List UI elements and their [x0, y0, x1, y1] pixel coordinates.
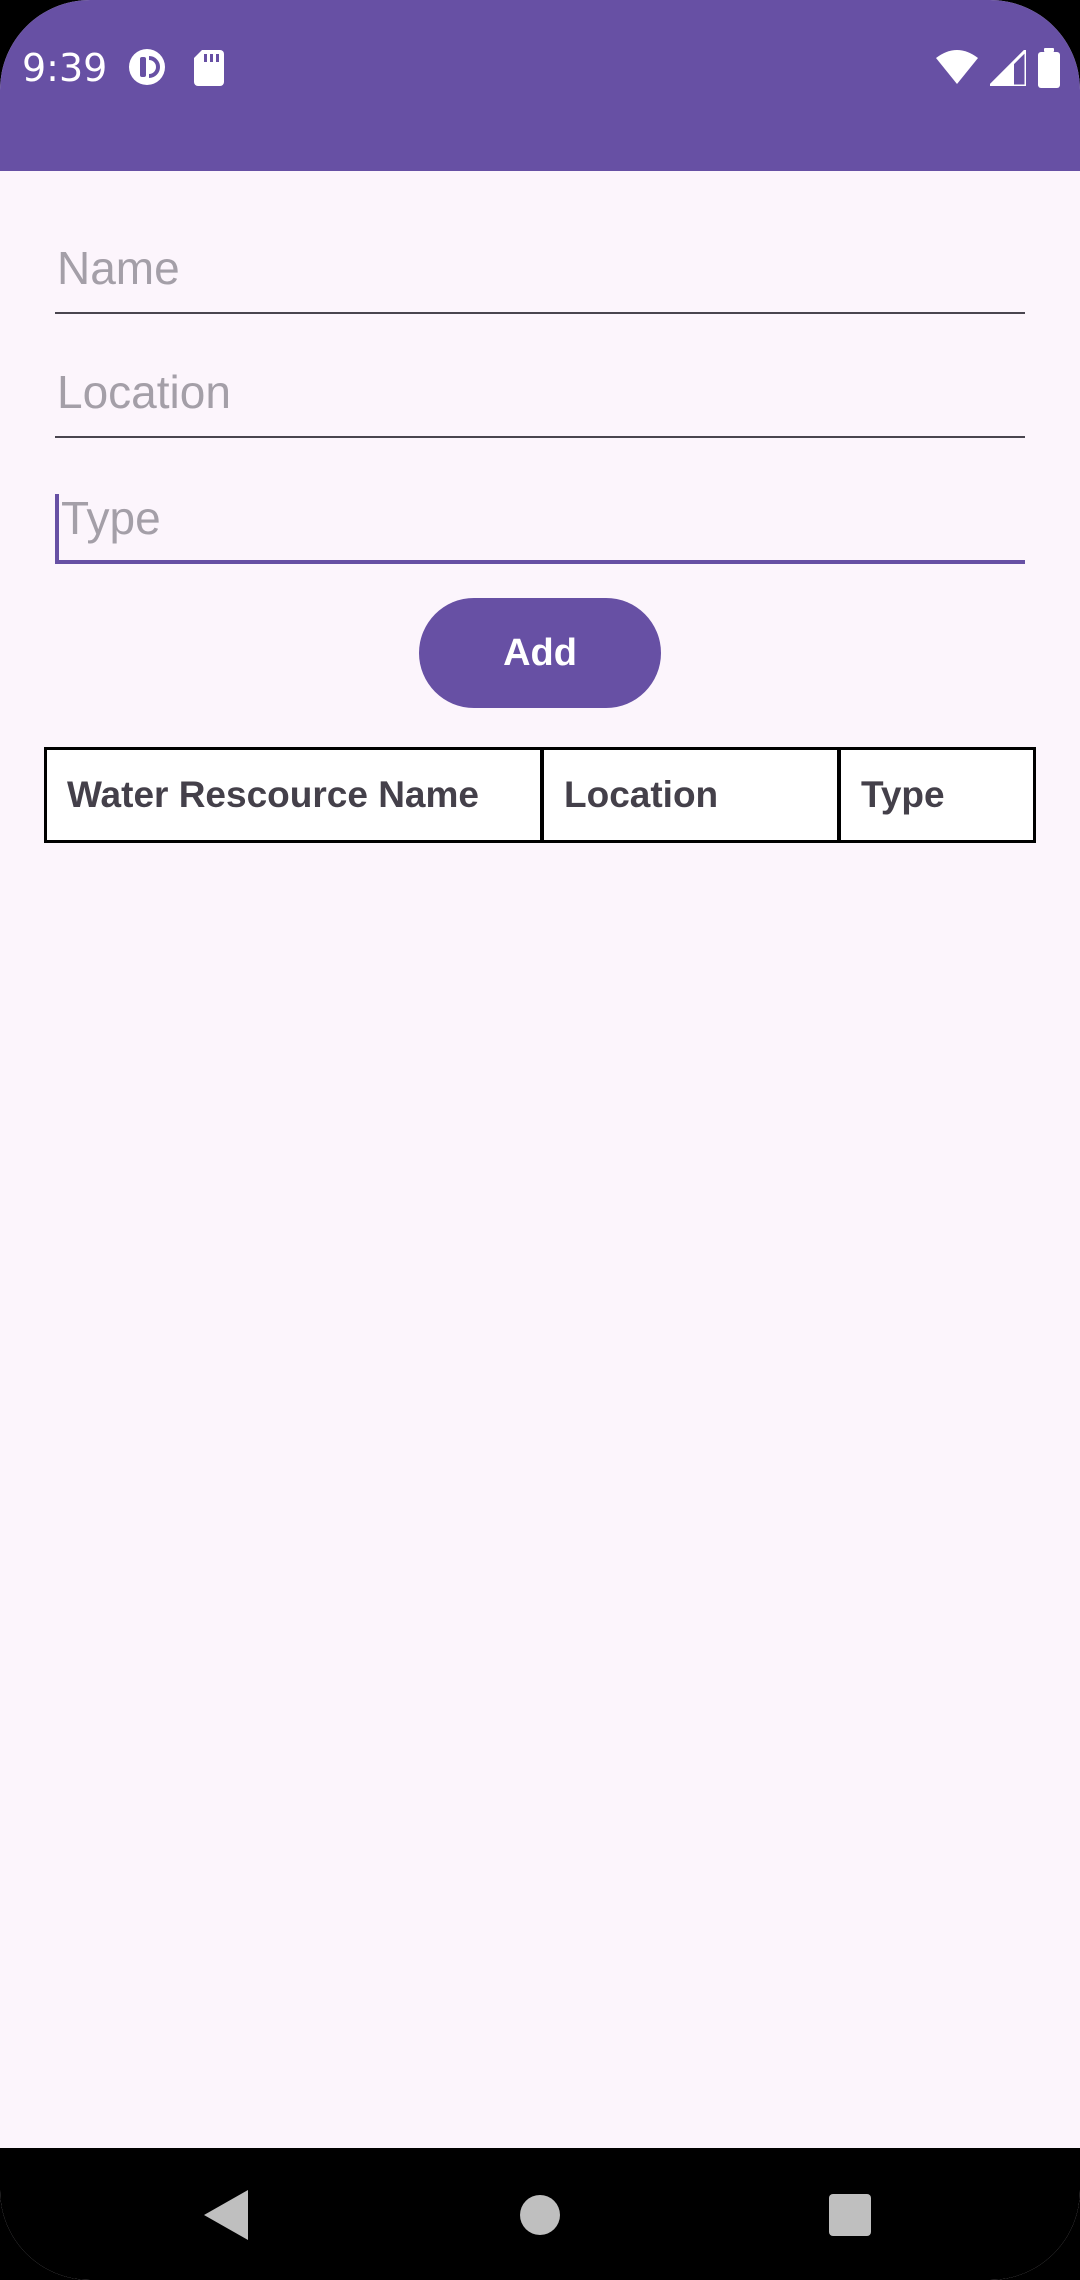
- wifi-icon: [936, 50, 978, 84]
- header-location: Location: [540, 750, 837, 840]
- resource-table-header: Water Rescource Name Location Type: [44, 747, 1036, 843]
- location-field[interactable]: [55, 348, 1025, 438]
- header-type: Type: [837, 750, 1033, 840]
- name-input[interactable]: [55, 224, 1025, 312]
- name-underline: [55, 312, 1025, 314]
- location-underline: [55, 436, 1025, 438]
- text-cursor: [55, 494, 59, 560]
- status-bar: 9:39: [0, 0, 1080, 171]
- home-icon[interactable]: [520, 2195, 560, 2235]
- add-button[interactable]: Add: [419, 598, 661, 708]
- type-input[interactable]: [55, 474, 1025, 562]
- type-field[interactable]: [55, 474, 1025, 564]
- location-input[interactable]: [55, 348, 1025, 436]
- navigation-bar: [0, 2148, 1080, 2280]
- app-notification-icon: [129, 49, 165, 85]
- sd-card-icon: [194, 50, 224, 86]
- type-underline: [55, 560, 1025, 564]
- battery-icon: [1038, 48, 1060, 88]
- phone-screen: 9:39 Name Location Type Add Water Rescou…: [0, 0, 1080, 2280]
- status-time: 9:39: [22, 46, 108, 90]
- recents-icon[interactable]: [829, 2194, 871, 2236]
- name-field[interactable]: [55, 224, 1025, 314]
- cellular-signal-icon: [990, 50, 1026, 86]
- status-icons-right: [936, 48, 1060, 88]
- main-content: Add Water Rescource Name Location Type: [0, 171, 1080, 2148]
- header-water-resource-name: Water Rescource Name: [67, 774, 479, 815]
- back-icon[interactable]: [204, 2190, 248, 2240]
